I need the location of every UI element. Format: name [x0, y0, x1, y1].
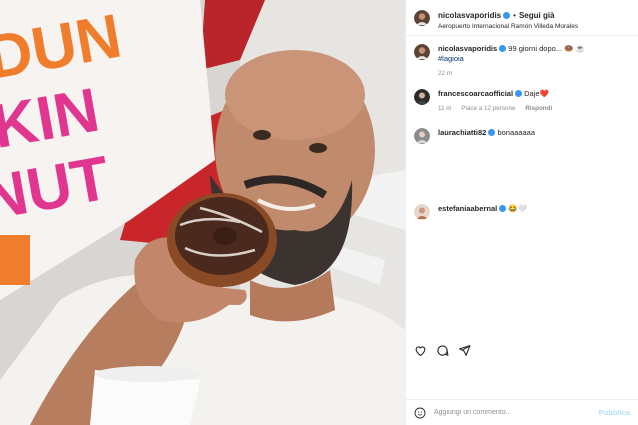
comment-composer: Pubblica: [406, 399, 638, 425]
comment-username[interactable]: laurachiatti82: [438, 128, 486, 137]
comment-time[interactable]: 11 m: [438, 105, 452, 112]
caption-hashtag[interactable]: #lagioia: [438, 54, 464, 63]
caption-username[interactable]: nicolasvaporidis: [438, 44, 497, 53]
heart-icon[interactable]: [414, 344, 427, 357]
author-username[interactable]: nicolasvaporidis: [438, 11, 501, 20]
comment-item: francescoarcaofficial Daje❤️ 11 m Piace …: [406, 89, 638, 114]
comment-input[interactable]: [434, 409, 599, 416]
commenter-avatar[interactable]: [414, 128, 430, 144]
post-header: nicolasvaporidis • Segui già Aeropuerto In…: [406, 0, 638, 36]
comment-username[interactable]: estefaniaabernal: [438, 204, 497, 213]
publish-button[interactable]: Pubblica: [599, 408, 630, 417]
comment-text: 😂🤍: [508, 204, 527, 213]
verified-badge-icon: [488, 129, 496, 136]
post-location[interactable]: Aeropuerto Internacional Ramón Villeda M…: [438, 23, 578, 30]
verified-badge-icon: [503, 11, 511, 19]
comment-text: bonaaaaaa: [497, 128, 535, 137]
comments-list[interactable]: nicolasvaporidis 99 giorni dopo... 🍩 ☕ #…: [406, 36, 638, 335]
post-actions: [414, 344, 471, 357]
caption-avatar[interactable]: [414, 44, 430, 60]
commenter-avatar[interactable]: [414, 204, 430, 220]
reply-button[interactable]: Rispondi: [525, 105, 552, 112]
comment-text: Daje❤️: [524, 89, 549, 98]
post-photo[interactable]: DUN KIN NUT: [0, 0, 405, 425]
caption-item: nicolasvaporidis 99 giorni dopo... 🍩 ☕ #…: [406, 44, 638, 79]
caption-time[interactable]: 22 m: [438, 70, 452, 77]
verified-badge-icon: [499, 45, 507, 52]
caption-text: 99 giorni dopo... 🍩 ☕: [508, 44, 585, 53]
separator-dot: •: [513, 10, 516, 20]
verified-badge-icon: [499, 205, 507, 212]
emoji-icon[interactable]: [414, 407, 426, 419]
commenter-avatar[interactable]: [414, 89, 430, 105]
comment-username[interactable]: francescoarcaofficial: [438, 89, 513, 98]
comment-likes-count[interactable]: Piace a 12 persone: [461, 105, 515, 112]
comment-icon[interactable]: [436, 344, 449, 357]
share-icon[interactable]: [458, 344, 471, 357]
post-detail-panel: nicolasvaporidis • Segui già Aeropuerto In…: [405, 0, 638, 425]
following-button[interactable]: Segui già: [519, 11, 555, 20]
comment-item: estefaniaabernal 😂🤍: [406, 204, 638, 220]
verified-badge-icon: [515, 90, 523, 97]
selfie-with-donut-image: DUN KIN NUT: [0, 0, 405, 425]
author-avatar[interactable]: [414, 9, 430, 26]
comment-item: laurachiatti82 bonaaaaaa: [406, 128, 638, 144]
